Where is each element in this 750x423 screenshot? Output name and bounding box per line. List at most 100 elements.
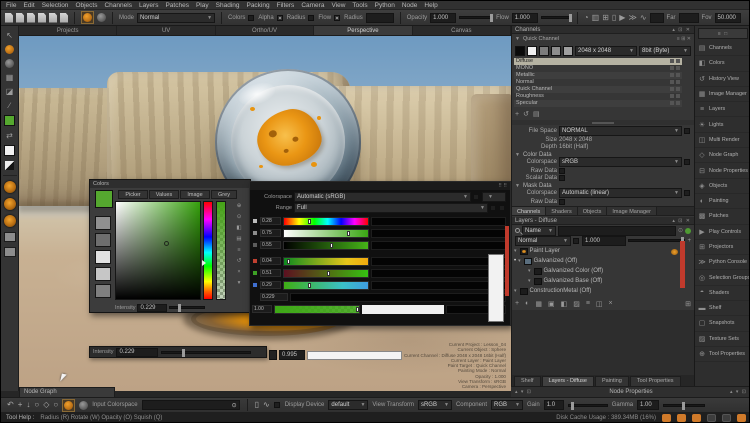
channel-stack-icon[interactable]: ▤ [533,110,540,118]
merge-layers-icon[interactable]: ≡ [586,300,590,307]
palette-item-texture-sets[interactable]: ▨Texture Sets [695,332,750,347]
hue-value-field[interactable]: 0.28 [260,217,281,225]
layer-grid-icon[interactable]: ⊞ [685,300,691,308]
radius-checkbox[interactable] [277,15,283,21]
save-project-icon[interactable] [27,13,35,23]
tab-projects[interactable]: Projects [19,26,117,35]
swap-colors-icon[interactable]: ⇄ [6,131,13,140]
raw-data-checkbox[interactable] [559,168,565,174]
channel-row[interactable]: Roughness [514,93,682,100]
pick-screen-icon[interactable]: ⊙ [230,212,248,223]
reset-icon[interactable]: ↺ [230,256,248,267]
red-scrollbar[interactable] [505,226,509,296]
node-circle2-icon[interactable]: ○ [53,401,58,409]
tab-canvas[interactable]: Canvas [413,26,511,35]
palette-item-shaders[interactable]: ◓Shaders [695,286,750,301]
colorspace-lock-checkbox[interactable] [473,194,479,200]
menu-objects[interactable]: Objects [75,2,97,9]
tab-image-manager[interactable]: Image Manager [607,207,657,215]
palette-item-snapshots[interactable]: ▢Snapshots [695,316,750,331]
page-icon[interactable]: ▯ [612,14,616,22]
active-paint-node-button[interactable] [62,399,75,412]
drop-icon[interactable]: ↓ [26,401,30,409]
file-space-extra[interactable] [684,128,690,134]
colorspace-extra-dropdown[interactable]: ▼ [482,192,506,202]
alpha-value-field[interactable]: 1.00 [252,305,272,313]
recent-swatch[interactable] [95,267,111,281]
saturation-value-box[interactable] [115,201,201,300]
cache-status-icon-3[interactable] [692,414,701,422]
add-icon[interactable]: + [687,238,691,244]
palette-item-play-controls[interactable]: ▶Play Controls [695,225,750,240]
value-gradient-strip[interactable] [283,241,369,250]
tab-tool-properties[interactable]: Tool Properties [630,376,681,386]
channel-row[interactable]: Normal [514,79,682,86]
palette-item-selection-groups[interactable]: ◎Selection Groups [695,270,750,285]
film-icon[interactable]: ▥ [592,14,600,22]
expander-icon[interactable]: ▼ [515,36,520,42]
shelf-swatch-2[interactable] [4,247,16,257]
colorspace-extra[interactable] [684,159,690,165]
palette-item-lights[interactable]: ☀Lights [695,117,750,132]
panel-window-controls[interactable]: ▴ ⊡ ✕ [672,26,691,33]
menu-packing[interactable]: Packing [246,2,269,9]
falloff-curve-icon[interactable]: ∿ [640,14,647,22]
saturation-gradient-strip[interactable] [283,229,369,238]
play-icon[interactable]: ▶ [619,14,625,22]
component-dropdown[interactable]: RGB▼ [491,400,523,410]
flow-slider[interactable] [541,16,571,19]
palette-item-tool-properties[interactable]: ⊕Tool Properties [695,347,750,362]
cache-status-icon-6[interactable] [737,414,746,422]
filter-type-dropdown[interactable]: Name▼ [522,226,556,236]
node-circle-icon[interactable]: ○ [34,401,39,409]
swatch-gray3[interactable] [563,46,573,56]
layer-search-field[interactable] [558,226,676,236]
red-gradient-strip[interactable] [283,257,369,266]
menu-channels[interactable]: Channels [104,2,131,9]
palette-item-channels[interactable]: ▤Channels [695,41,750,56]
value-value-field[interactable]: 0.55 [260,241,281,249]
blur-tool-icon[interactable] [5,59,14,68]
tab-image[interactable]: Image [180,190,210,199]
opacity-field[interactable]: 1.000 [430,13,456,23]
cache-status-icon-1[interactable] [662,414,671,422]
layer-row[interactable]: ▾ Galvanized Color (Off) [514,267,686,276]
menu-edit[interactable]: Edit [23,2,34,9]
floating-intensity-field[interactable]: 0.229 [116,348,158,357]
menu-camera[interactable]: Camera [301,2,324,9]
range-dropdown[interactable]: Full▼ [294,203,488,213]
brush-tip-3[interactable] [4,215,16,227]
display-device-dropdown[interactable]: default▼ [328,400,368,410]
layer-opacity-slider[interactable] [628,239,685,242]
inactive-node-icon[interactable] [79,401,88,410]
range-checkbox-2[interactable] [499,205,505,211]
blend-lock-checkbox[interactable] [573,238,579,244]
undo-icon[interactable]: ↶ [7,401,14,409]
swatch-white[interactable] [527,46,537,56]
remove-layer-icon[interactable]: × [609,300,613,307]
tab-layers-diffuse[interactable]: Layers - Diffuse [542,376,594,386]
menu-layers[interactable]: Layers [139,2,159,9]
menu-view[interactable]: View [331,2,345,9]
swatch-gray2[interactable] [551,46,561,56]
channel-size-dropdown[interactable]: 2048 x 2048▼ [575,46,637,56]
tab-values[interactable]: Values [149,190,179,199]
add-layer-icon[interactable]: + [515,300,519,307]
clock-icon[interactable]: ◔ [584,14,589,22]
colors-dialog-title[interactable]: Colors [90,180,250,188]
palette-item-image-manager[interactable]: ▦Image Manager [695,87,750,102]
tab-grey[interactable]: Grey [211,190,237,199]
floating-intensity-slider[interactable] [161,351,251,354]
colorspace-dropdown[interactable]: sRGB▼ [559,157,682,167]
alpha-gradient-strip[interactable] [274,305,360,314]
saturation-value-field[interactable]: 0.75 [260,229,281,237]
menu-play[interactable]: Play [196,2,209,9]
layer-row[interactable]: •▾ Galvanized (Off) [514,257,686,266]
tab-shelf[interactable]: Shelf [514,376,541,386]
menu-python[interactable]: Python [375,2,395,9]
tab-channels[interactable]: Channels [512,207,546,215]
flow-checkbox[interactable] [308,15,314,21]
current-color-swatch[interactable] [95,190,113,208]
panel-window-controls[interactable]: ▴ ⊡ ✕ [672,217,691,224]
opacity-slider[interactable] [459,16,493,19]
